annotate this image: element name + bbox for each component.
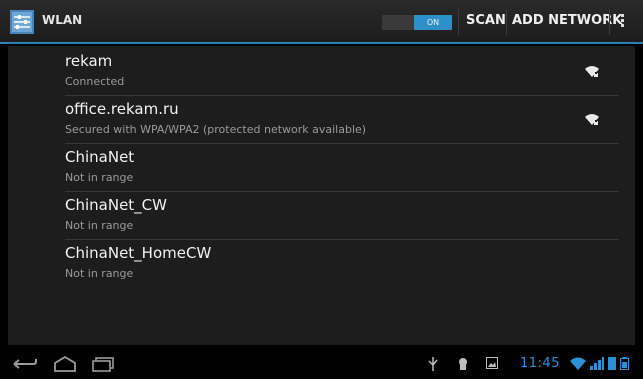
battery-icon xyxy=(620,357,629,370)
signal-bars-icon xyxy=(590,357,604,370)
wlan-toggle[interactable]: ON xyxy=(382,15,452,30)
wifi-signal-icon xyxy=(585,114,599,125)
network-status: Not in range xyxy=(65,219,134,232)
network-item[interactable]: ChinaNet_HomeCW Not in range xyxy=(8,240,635,287)
network-name: rekam xyxy=(65,52,113,70)
recent-apps-icon[interactable] xyxy=(90,356,116,372)
network-name: office.rekam.ru xyxy=(65,100,179,118)
gallery-icon xyxy=(486,357,498,369)
network-name: ChinaNet_CW xyxy=(65,196,167,214)
usb-icon xyxy=(428,357,438,371)
scan-button[interactable]: SCAN xyxy=(466,13,506,28)
sim-icon xyxy=(608,357,616,370)
home-icon[interactable] xyxy=(52,356,78,372)
network-status: Not in range xyxy=(65,171,134,184)
action-divider xyxy=(609,9,610,35)
add-network-button[interactable]: ADD NETWORK xyxy=(512,13,622,28)
overflow-menu-icon[interactable] xyxy=(621,14,625,31)
network-status: Not in range xyxy=(65,267,134,280)
network-item[interactable]: office.rekam.ru Secured with WPA/WPA2 (p… xyxy=(8,96,635,143)
action-bar: WLAN ON SCAN ADD NETWORK xyxy=(0,0,643,44)
action-divider xyxy=(506,9,507,35)
network-status: Connected xyxy=(65,75,125,88)
network-item[interactable]: ChinaNet_CW Not in range xyxy=(8,192,635,239)
network-list: rekam Connected office.rekam.ru Secured … xyxy=(8,46,635,345)
wifi-status-icon xyxy=(570,357,586,370)
back-icon[interactable] xyxy=(12,356,38,372)
system-bar: 11:45 xyxy=(0,349,643,379)
network-item[interactable]: rekam Connected xyxy=(8,48,635,95)
wifi-signal-icon xyxy=(585,66,599,77)
network-item[interactable]: ChinaNet Not in range xyxy=(8,144,635,191)
action-divider xyxy=(458,9,459,35)
page-title: WLAN xyxy=(42,13,83,27)
network-status: Secured with WPA/WPA2 (protected network… xyxy=(65,123,367,136)
wlan-settings-icon[interactable] xyxy=(10,10,34,34)
network-name: ChinaNet xyxy=(65,148,135,166)
network-name: ChinaNet_HomeCW xyxy=(65,244,212,262)
status-clock: 11:45 xyxy=(520,356,560,371)
wlan-toggle-label: ON xyxy=(414,15,452,30)
android-debug-icon xyxy=(459,358,467,370)
